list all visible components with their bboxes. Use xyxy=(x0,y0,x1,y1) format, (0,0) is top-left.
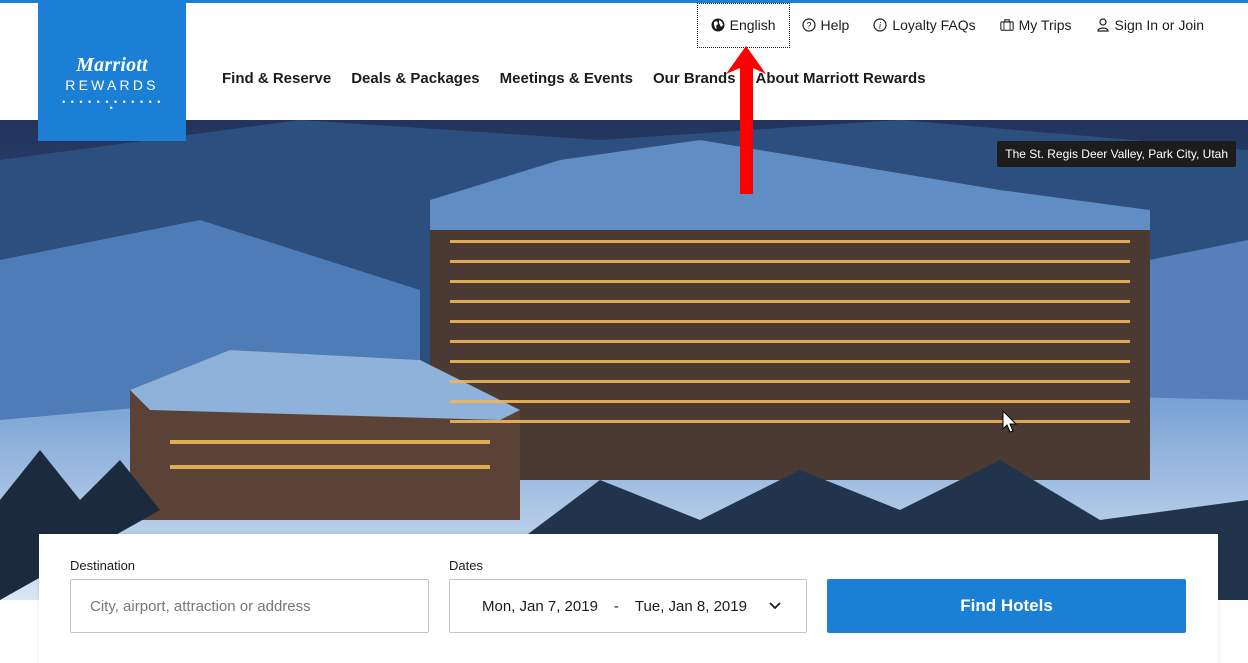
help-link[interactable]: ? Help xyxy=(790,3,862,47)
svg-text:i: i xyxy=(879,21,882,31)
utility-nav: English ? Help i Loyalty FAQs My Trips S… xyxy=(696,2,1217,48)
language-selector[interactable]: English xyxy=(696,2,790,48)
user-icon xyxy=(1096,18,1110,32)
annotation-arrow xyxy=(726,46,766,194)
loyalty-faqs-link[interactable]: i Loyalty FAQs xyxy=(861,3,987,47)
check-out-date: Tue, Jan 8, 2019 xyxy=(634,597,747,615)
language-label: English xyxy=(729,17,776,33)
date-separator: - xyxy=(613,597,619,615)
check-in-date: Mon, Jan 7, 2019 xyxy=(482,597,598,615)
hotel-search-panel: Destination Dates Mon, Jan 7, 2019 - Tue… xyxy=(39,534,1218,663)
sign-in-label: Sign In or Join xyxy=(1114,17,1205,33)
mouse-cursor-icon xyxy=(1002,410,1018,433)
globe-icon xyxy=(711,18,725,32)
find-hotels-button[interactable]: Find Hotels xyxy=(827,579,1186,633)
nav-about-rewards[interactable]: About Marriott Rewards xyxy=(746,70,936,87)
dates-picker[interactable]: Mon, Jan 7, 2019 - Tue, Jan 8, 2019 xyxy=(449,579,807,633)
suitcase-icon xyxy=(999,18,1014,32)
loyalty-faqs-label: Loyalty FAQs xyxy=(892,17,976,33)
my-trips-label: My Trips xyxy=(1018,17,1072,33)
question-circle-icon: ? xyxy=(801,18,816,32)
sign-in-link[interactable]: Sign In or Join xyxy=(1084,3,1217,47)
nav-meetings-events[interactable]: Meetings & Events xyxy=(490,70,643,87)
nav-deals-packages[interactable]: Deals & Packages xyxy=(341,70,489,87)
hero-image: The St. Regis Deer Valley, Park City, Ut… xyxy=(0,120,1248,600)
destination-label: Destination xyxy=(70,558,136,573)
destination-input[interactable] xyxy=(70,579,429,633)
svg-text:?: ? xyxy=(806,21,811,31)
hero-illustration xyxy=(0,120,1248,600)
logo-brand-text: Marriott xyxy=(76,54,148,76)
chevron-down-icon xyxy=(769,602,781,610)
nav-find-reserve[interactable]: Find & Reserve xyxy=(212,70,341,87)
logo-dots: • • • • • • • • • • • • • xyxy=(62,97,162,113)
logo-rewards-text: REWARDS xyxy=(65,77,159,93)
help-label: Help xyxy=(820,17,850,33)
info-circle-icon: i xyxy=(873,18,887,32)
hero-caption: The St. Regis Deer Valley, Park City, Ut… xyxy=(997,141,1236,167)
main-nav: Find & Reserve Deals & Packages Meetings… xyxy=(212,70,936,87)
dates-label: Dates xyxy=(449,558,483,573)
marriott-rewards-logo[interactable]: Marriott REWARDS • • • • • • • • • • • •… xyxy=(38,0,186,141)
my-trips-link[interactable]: My Trips xyxy=(988,3,1084,47)
